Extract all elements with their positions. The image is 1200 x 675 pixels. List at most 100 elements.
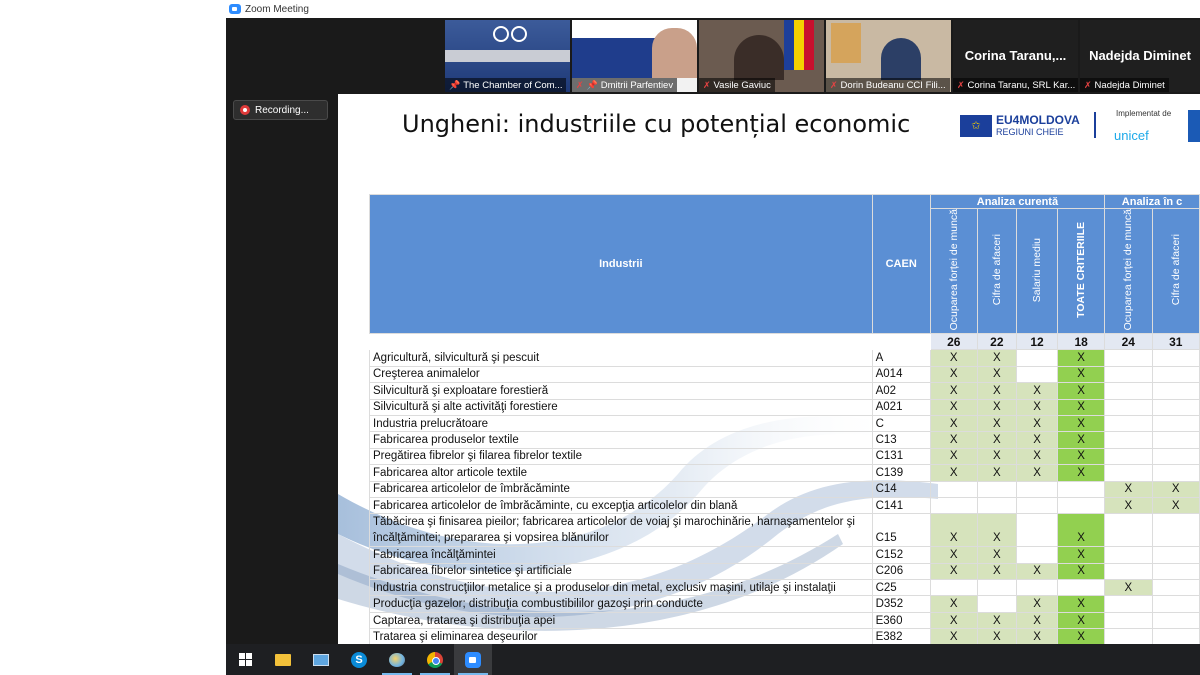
criteria-mark-cell bbox=[1151, 595, 1200, 613]
desktop: Zoom Meeting 📌 The Chamber of Com... ✗ 📌 bbox=[0, 0, 1200, 675]
table-row: Captarea, tratarea şi distribuţia apei E3… bbox=[369, 611, 1200, 630]
recording-indicator[interactable]: Recording... bbox=[233, 100, 328, 120]
participant-video bbox=[881, 38, 921, 80]
industry-name-cell: Tratarea şi eliminarea deşeurilor bbox=[369, 628, 873, 644]
taskbar-file-explorer[interactable] bbox=[264, 644, 302, 675]
criteria-mark-cell: X bbox=[1057, 431, 1106, 449]
participant-tile[interactable]: Nadejda Diminet ✗ Nadejda Diminet bbox=[1080, 20, 1200, 92]
criteria-mark-cell bbox=[929, 496, 978, 515]
taskbar-zoom[interactable] bbox=[454, 644, 492, 675]
folder-icon bbox=[275, 653, 291, 666]
criteria-mark-cell: X bbox=[929, 464, 978, 482]
participant-tile[interactable]: ✗ 📌 Dmitrii Parfentiev bbox=[572, 20, 697, 92]
criteria-mark-cell bbox=[1151, 562, 1200, 581]
caen-code-cell: A02 bbox=[871, 382, 931, 400]
eu-flag-icon: ✩ bbox=[960, 114, 992, 137]
criteria-mark-cell bbox=[1015, 365, 1059, 384]
header-group-current: Analiza curentă bbox=[929, 194, 1106, 209]
caen-code-cell: C206 bbox=[871, 562, 931, 581]
criteria-mark-cell: X bbox=[1015, 628, 1059, 644]
taskbar-monitor-app[interactable] bbox=[302, 644, 340, 675]
col-header: Cifra de afaceri bbox=[976, 207, 1017, 335]
criteria-mark-cell: X bbox=[976, 398, 1017, 416]
participant-name-label: ✗ Dorin Budeanu CCI Fili... bbox=[826, 78, 950, 92]
col-header: Cifra de afaceri bbox=[1151, 207, 1200, 335]
table-row: Fabricarea altor articole textile C139 X X X… bbox=[369, 464, 1200, 482]
criteria-mark-cell bbox=[1015, 496, 1059, 515]
video-backdrop bbox=[572, 38, 662, 78]
criteria-mark-cell: X bbox=[1057, 414, 1106, 433]
caen-code-cell: C25 bbox=[871, 579, 931, 597]
taskbar-paint[interactable] bbox=[378, 644, 416, 675]
industry-name-cell: Agricultură, silvicultură şi pescuit bbox=[369, 349, 873, 367]
zoom-meeting-window: 📌 The Chamber of Com... ✗ 📌 Dmitrii Parf… bbox=[226, 18, 1200, 644]
table-row: Producţia gazelor; distribuţia combustib… bbox=[369, 595, 1200, 613]
criteria-mark-cell: X bbox=[1104, 496, 1153, 515]
criteria-mark-cell: X bbox=[1057, 382, 1106, 400]
criteria-mark-cell: X bbox=[1015, 414, 1059, 433]
criteria-mark-cell: X bbox=[929, 382, 978, 400]
caen-code-cell: E360 bbox=[871, 611, 931, 630]
industry-name-cell: Fabricarea încălţămintei bbox=[369, 546, 873, 564]
criteria-mark-cell bbox=[1057, 579, 1106, 597]
industry-name-cell: Producţia gazelor; distribuţia combustib… bbox=[369, 595, 873, 613]
criteria-mark-cell bbox=[976, 480, 1017, 498]
mic-muted-icon: ✗ bbox=[703, 79, 711, 90]
participant-tile[interactable]: 📌 The Chamber of Com... bbox=[445, 20, 570, 92]
taskbar-chrome[interactable] bbox=[416, 644, 454, 675]
table-row: Creşterea animalelor A014 X X X bbox=[369, 365, 1200, 384]
criteria-mark-cell bbox=[1151, 349, 1200, 367]
paint-icon bbox=[389, 652, 405, 667]
caen-code-cell: C13 bbox=[871, 431, 931, 449]
criteria-mark-cell: X bbox=[929, 414, 978, 433]
implemented-by-label: Implementat de bbox=[1116, 109, 1172, 118]
logo-separator bbox=[1094, 112, 1096, 138]
count-cell: 31 bbox=[1151, 333, 1200, 351]
criteria-mark-cell: X bbox=[976, 382, 1017, 400]
caen-code-cell: C15 bbox=[871, 513, 931, 548]
criteria-mark-cell: X bbox=[1057, 628, 1106, 644]
undp-logo bbox=[1188, 110, 1200, 142]
criteria-mark-cell: X bbox=[976, 562, 1017, 581]
mic-muted-icon: ✗ bbox=[830, 79, 838, 90]
participant-tile[interactable]: ✗ Vasile Gaviuc bbox=[699, 20, 824, 92]
caen-code-cell: C141 bbox=[871, 496, 931, 515]
taskbar-skype[interactable]: S bbox=[340, 644, 378, 675]
criteria-mark-cell: X bbox=[929, 447, 978, 466]
participant-name-label: ✗ Nadejda Diminet bbox=[1080, 78, 1169, 92]
zoom-title-bar: Zoom Meeting bbox=[226, 0, 1200, 18]
table-row: Fabricarea produselor textile C13 X X X X bbox=[369, 431, 1200, 449]
criteria-mark-cell bbox=[1151, 431, 1200, 449]
caen-code-cell: A bbox=[871, 349, 931, 367]
industry-name-cell: Fabricarea altor articole textile bbox=[369, 464, 873, 482]
participant-tile[interactable]: Corina Taranu,... ✗ Corina Taranu, SRL K… bbox=[953, 20, 1078, 92]
blank-cell bbox=[872, 334, 930, 350]
start-button[interactable] bbox=[226, 644, 264, 675]
criteria-mark-cell bbox=[1151, 464, 1200, 482]
windows-taskbar: S bbox=[226, 644, 1200, 675]
table-row: Fabricarea fibrelor sintetice şi artific… bbox=[369, 562, 1200, 581]
criteria-mark-cell: X bbox=[1104, 579, 1153, 597]
criteria-mark-cell bbox=[1151, 579, 1200, 597]
participant-display-name: Corina Taranu,... bbox=[964, 48, 1067, 63]
caen-code-cell: A021 bbox=[871, 398, 931, 416]
table-row: Industria prelucrătoare C X X X X bbox=[369, 414, 1200, 433]
table-body: Agricultură, silvicultură şi pescuit A X X X… bbox=[369, 349, 1200, 644]
criteria-mark-cell: X bbox=[976, 611, 1017, 630]
participant-video bbox=[652, 28, 697, 78]
seal-icon bbox=[493, 26, 509, 42]
industry-name-cell: Industria construcţiilor metalice şi a p… bbox=[369, 579, 873, 597]
industry-name-cell: Silvicultură şi alte activităţi forestie… bbox=[369, 398, 873, 416]
count-cell: 12 bbox=[1015, 333, 1059, 351]
table-row: Silvicultură şi alte activităţi forestie… bbox=[369, 398, 1200, 416]
logo-line1: EU4MOLDOVA bbox=[996, 113, 1080, 127]
count-cell: 22 bbox=[976, 333, 1017, 351]
participant-tile[interactable]: ✗ Dorin Budeanu CCI Fili... bbox=[826, 20, 951, 92]
criteria-mark-cell bbox=[929, 480, 978, 498]
criteria-mark-cell bbox=[1151, 382, 1200, 400]
zoom-app-icon bbox=[229, 4, 241, 14]
caen-code-cell: A014 bbox=[871, 365, 931, 384]
criteria-mark-cell: X bbox=[1057, 513, 1106, 548]
table-row: Agricultură, silvicultură şi pescuit A X X X bbox=[369, 349, 1200, 367]
criteria-mark-cell: X bbox=[929, 595, 978, 613]
